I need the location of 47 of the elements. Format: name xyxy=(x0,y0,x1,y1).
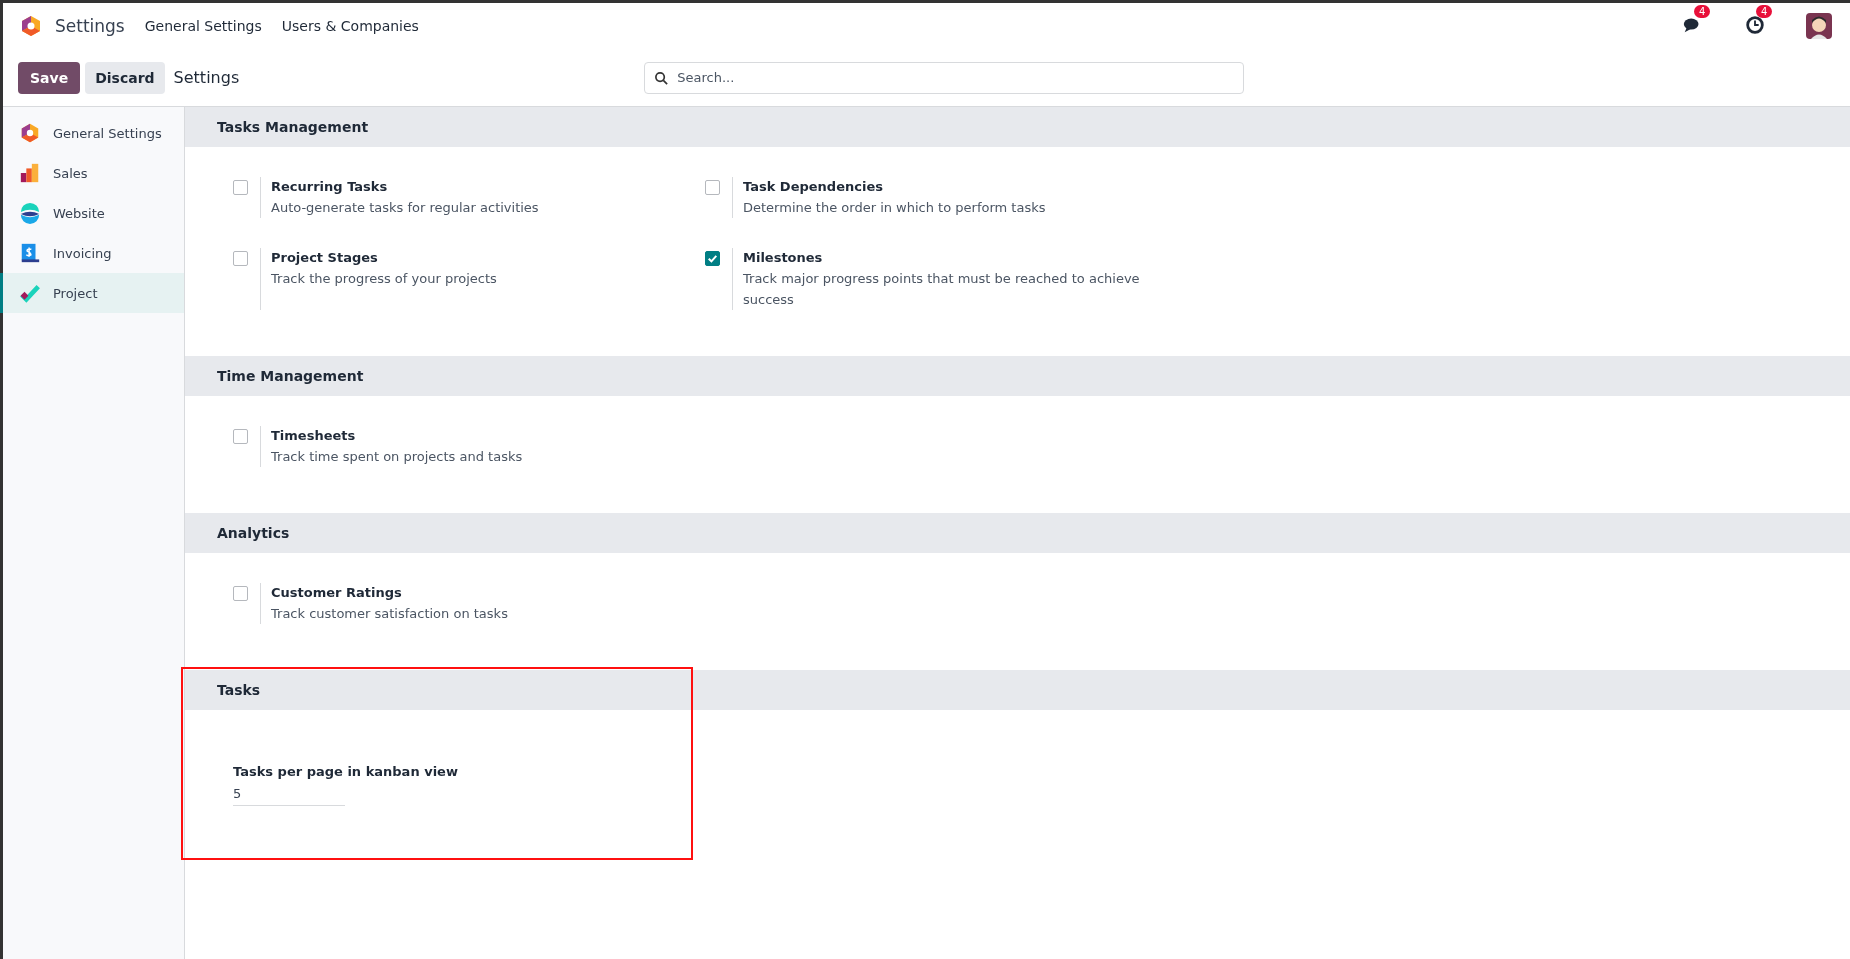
app-logo-icon[interactable] xyxy=(19,14,43,38)
setting-checkbox[interactable] xyxy=(233,251,248,266)
setting-checkbox[interactable] xyxy=(233,586,248,601)
check-icon xyxy=(19,282,41,304)
sidebar-item[interactable]: Sales xyxy=(0,153,184,193)
section-header: Time Management xyxy=(185,356,1850,396)
section-header: Tasks xyxy=(185,670,1850,710)
sidebar-item[interactable]: Invoicing xyxy=(0,233,184,273)
clock-icon[interactable] xyxy=(1744,14,1766,36)
sidebar-item[interactable]: Project xyxy=(0,273,184,313)
setting-description: Auto-generate tasks for regular activities xyxy=(271,199,539,217)
setting-checkbox[interactable] xyxy=(233,180,248,195)
section-header: Analytics xyxy=(185,513,1850,553)
setting-label: Tasks per page in kanban view xyxy=(233,763,459,781)
nav-menu-item[interactable]: General Settings xyxy=(144,18,262,34)
setting-label: Project Stages xyxy=(271,249,379,267)
discard-button[interactable]: Discard xyxy=(85,61,165,94)
setting-label: Recurring Tasks xyxy=(271,178,389,196)
setting-description: Track the progress of your projects xyxy=(271,270,497,288)
setting-description: Track customer satisfaction on tasks xyxy=(271,605,508,623)
app-title[interactable]: Settings xyxy=(55,16,125,36)
setting-description: Track time spent on projects and tasks xyxy=(271,448,523,466)
wave-icon xyxy=(19,202,41,224)
dollar-icon xyxy=(19,242,41,264)
setting-checkbox[interactable] xyxy=(705,180,720,195)
setting-checkbox[interactable] xyxy=(233,429,248,444)
hexagon-icon xyxy=(19,122,41,144)
save-button[interactable]: Save xyxy=(18,61,81,94)
user-avatar[interactable] xyxy=(1806,13,1832,39)
breadcrumb-title: Settings xyxy=(173,68,240,87)
setting-label: Task Dependencies xyxy=(743,178,884,196)
sidebar-item[interactable]: General Settings xyxy=(0,113,184,153)
sidebar-item[interactable]: Website xyxy=(0,193,184,233)
setting-label: Milestones xyxy=(743,249,824,267)
activity-count-badge: 4 xyxy=(1756,5,1773,18)
search-field[interactable]: Search... xyxy=(644,61,1245,94)
setting-label: Timesheets xyxy=(271,427,357,445)
setting-label: Customer Ratings xyxy=(271,584,403,602)
search-icon xyxy=(654,70,670,86)
checkmark-icon xyxy=(706,252,719,265)
nav-menu-item[interactable]: Users & Companies xyxy=(281,18,419,34)
bar-chart-icon xyxy=(19,162,41,184)
setting-description: Determine the order in which to perform tasks xyxy=(743,199,1046,217)
setting-checkbox[interactable] xyxy=(705,251,720,266)
message-count-badge: 4 xyxy=(1694,5,1711,18)
setting-description: Track major progress points that must be reached to achieve success xyxy=(743,270,1141,309)
section-header: Tasks Management xyxy=(185,107,1850,147)
